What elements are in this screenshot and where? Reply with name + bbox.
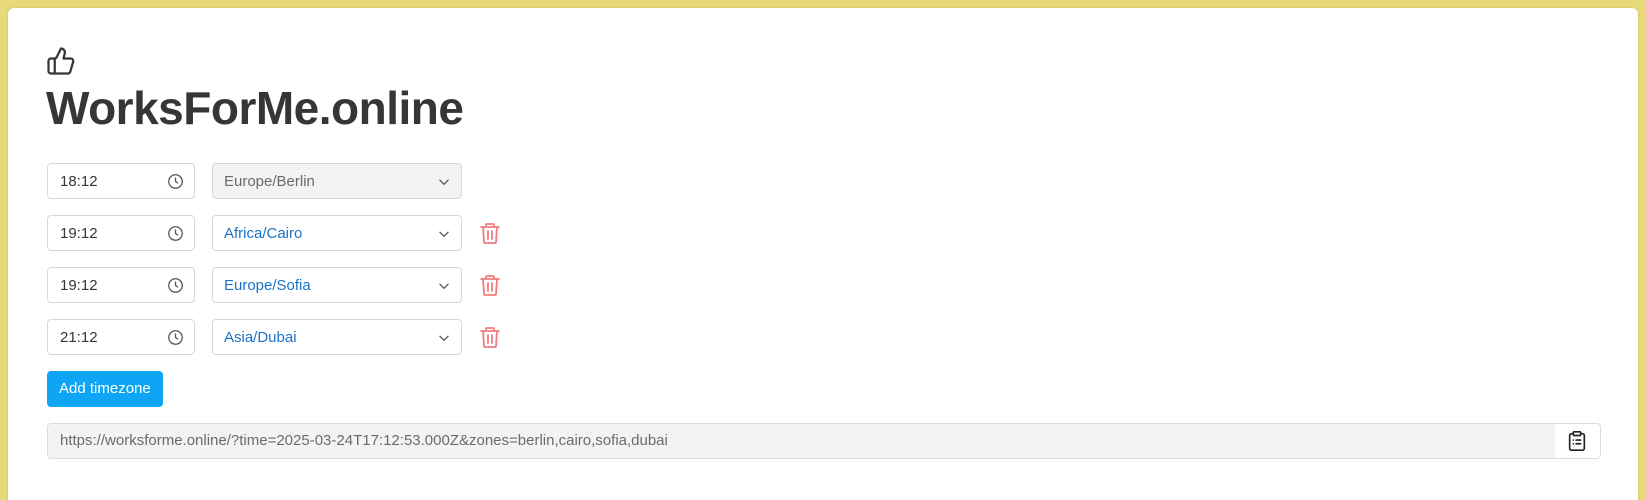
share-url-field: https://worksforme.online/?time=2025-03-… [47,423,1601,459]
clipboard-icon[interactable] [1566,430,1588,452]
page-title: WorksForMe.online [46,82,464,134]
clock-icon[interactable] [167,173,184,190]
timezone-select[interactable]: Asia/Dubai [212,319,462,355]
chevron-down-icon [439,283,449,289]
timezone-select[interactable]: Europe/Sofia [212,267,462,303]
timezone-select[interactable]: Africa/Cairo [212,215,462,251]
timezone-value: Europe/Berlin [224,173,315,190]
chevron-down-icon [439,335,449,341]
clock-icon[interactable] [167,277,184,294]
time-input[interactable]: 19:12 [47,267,195,303]
time-value: 18:12 [60,173,98,190]
timezone-select[interactable]: Europe/Berlin [212,163,462,199]
chevron-down-icon [439,179,449,185]
time-value: 21:12 [60,329,98,346]
trash-icon[interactable] [478,273,502,297]
clock-icon[interactable] [167,329,184,346]
timezone-value: Europe/Sofia [224,277,311,294]
time-input[interactable]: 18:12 [47,163,195,199]
time-value: 19:12 [60,277,98,294]
trash-icon[interactable] [478,325,502,349]
trash-icon[interactable] [478,221,502,245]
time-value: 19:12 [60,225,98,242]
clock-icon[interactable] [167,225,184,242]
thumbs-up-icon [47,47,75,75]
time-input[interactable]: 21:12 [47,319,195,355]
share-url-input[interactable]: https://worksforme.online/?time=2025-03-… [48,424,1555,458]
main-card: WorksForMe.online 18:12 Europe/Berlin 19… [8,8,1638,500]
timezone-value: Asia/Dubai [224,329,297,346]
time-input[interactable]: 19:12 [47,215,195,251]
timezone-value: Africa/Cairo [224,225,303,242]
chevron-down-icon [439,231,449,237]
add-timezone-button[interactable]: Add timezone [47,371,163,407]
